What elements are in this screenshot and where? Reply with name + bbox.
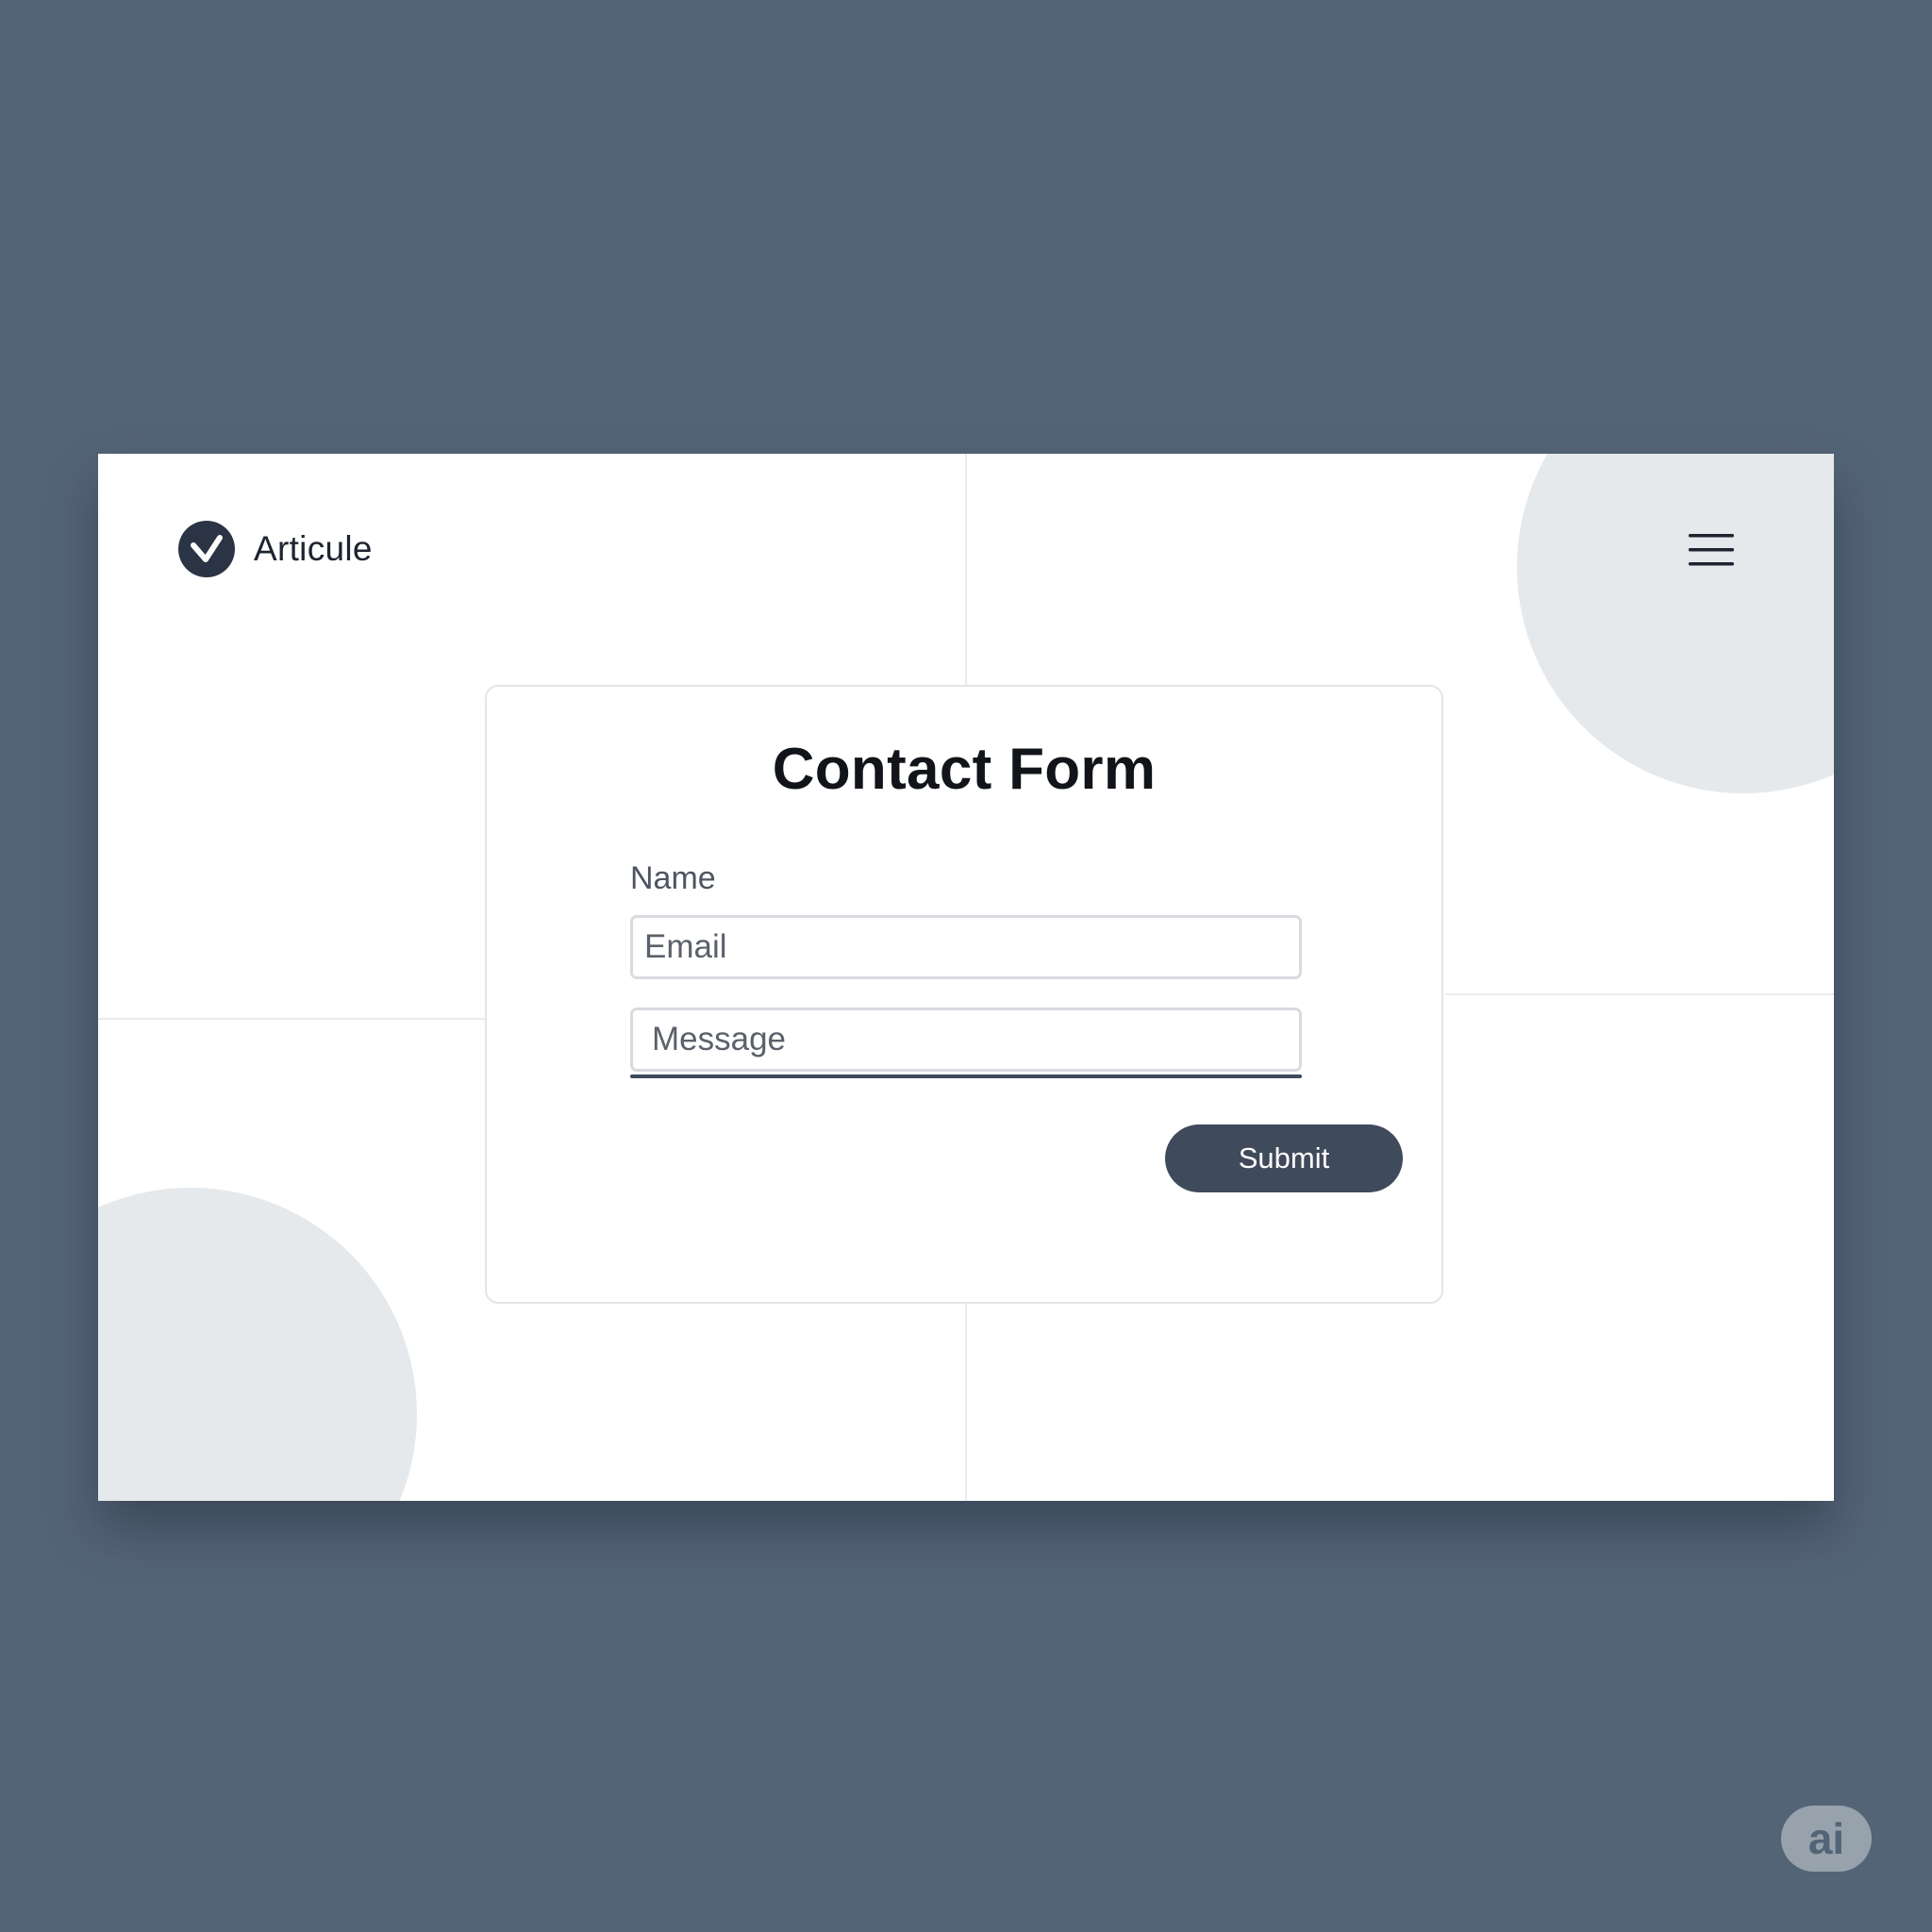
message-field[interactable] [630,1008,1302,1072]
name-label: Name [630,860,716,896]
contact-form-card: Contact Form Name Submit [485,685,1443,1304]
hamburger-menu-icon [1689,534,1734,566]
brand-name: Articule [254,529,373,568]
decorative-circle-top-right [1517,454,1834,793]
checkmark-circle-icon [178,521,235,577]
submit-button[interactable]: Submit [1165,1124,1403,1192]
brand[interactable]: Articule [177,520,373,578]
message-focus-underline [630,1074,1302,1078]
email-field[interactable] [630,915,1302,979]
page-frame: Articule Contact Form Name Submit [98,454,1834,1501]
ai-badge: ai [1781,1806,1872,1872]
grid-line-horizontal-left [98,1018,487,1020]
menu-button[interactable] [1687,529,1736,571]
form-title: Contact Form [772,737,1157,802]
decorative-circle-bottom-left [98,1188,417,1501]
grid-line-horizontal-right [1445,993,1834,995]
